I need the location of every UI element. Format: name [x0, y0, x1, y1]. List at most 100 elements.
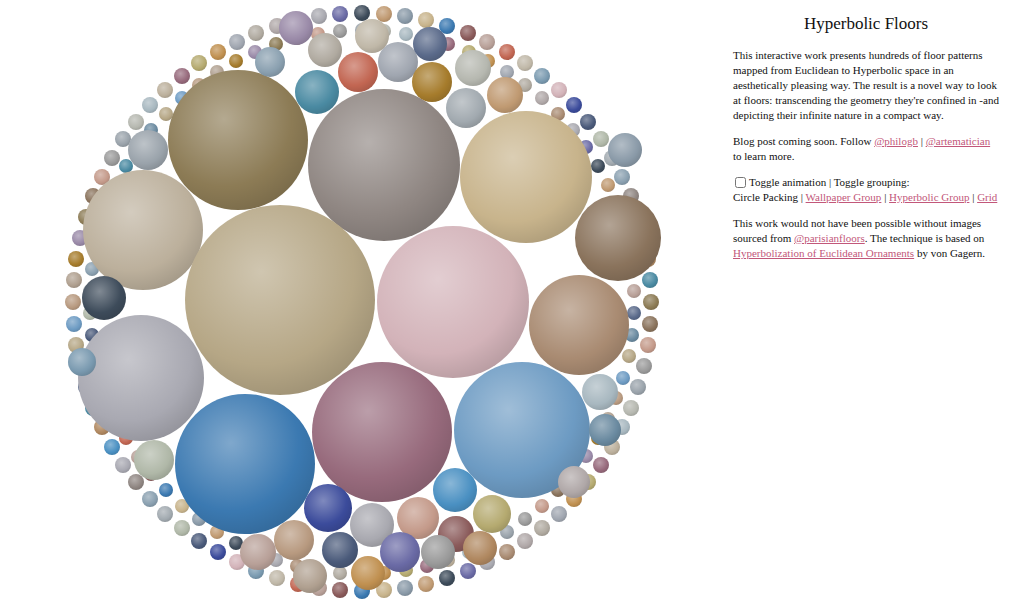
- floor-circle[interactable]: [418, 12, 434, 28]
- floor-circle[interactable]: [174, 520, 190, 536]
- floor-circle[interactable]: [460, 563, 476, 579]
- animation-checkbox[interactable]: [735, 177, 746, 188]
- floor-circle[interactable]: [582, 374, 618, 410]
- floor-circle[interactable]: [157, 506, 173, 522]
- floor-circle[interactable]: [159, 483, 173, 497]
- floor-circle[interactable]: [421, 535, 455, 569]
- floor-circle[interactable]: [66, 272, 82, 288]
- floor-circle[interactable]: [191, 55, 207, 71]
- floor-circle[interactable]: [643, 294, 659, 310]
- floor-circle[interactable]: [499, 44, 515, 60]
- floor-circle[interactable]: [575, 195, 661, 281]
- floor-circle[interactable]: [78, 315, 204, 441]
- social-link[interactable]: @artematician: [926, 135, 991, 147]
- floor-circle[interactable]: [68, 348, 96, 376]
- floor-circle[interactable]: [380, 532, 420, 572]
- floor-circle[interactable]: [142, 97, 158, 113]
- floor-circle[interactable]: [534, 520, 550, 536]
- floor-circle[interactable]: [295, 70, 339, 114]
- floor-circle[interactable]: [248, 25, 264, 41]
- floor-circle[interactable]: [460, 25, 476, 41]
- floor-circle[interactable]: [622, 349, 636, 363]
- floor-circle[interactable]: [566, 97, 582, 113]
- floor-circle[interactable]: [591, 159, 605, 173]
- floor-circle[interactable]: [518, 512, 532, 526]
- floor-circle[interactable]: [229, 54, 243, 68]
- floor-circle[interactable]: [589, 414, 621, 446]
- floor-circle[interactable]: [535, 91, 549, 105]
- floor-circle[interactable]: [616, 371, 630, 385]
- floor-circle[interactable]: [104, 439, 120, 455]
- floor-circle[interactable]: [455, 50, 491, 86]
- floor-circle[interactable]: [601, 178, 615, 192]
- floor-circle[interactable]: [332, 6, 348, 22]
- floor-circle[interactable]: [338, 52, 378, 92]
- floor-circle[interactable]: [185, 205, 375, 395]
- floor-circle[interactable]: [487, 77, 523, 113]
- floor-circle[interactable]: [399, 27, 413, 41]
- floor-circle[interactable]: [308, 89, 460, 241]
- floor-circle[interactable]: [83, 170, 203, 290]
- floor-circle[interactable]: [580, 114, 596, 130]
- floor-circle[interactable]: [460, 111, 592, 243]
- floor-circle[interactable]: [551, 82, 567, 98]
- floor-circle[interactable]: [191, 533, 207, 549]
- floor-circle[interactable]: [463, 531, 497, 565]
- floor-circle[interactable]: [397, 8, 413, 24]
- floor-circle[interactable]: [68, 251, 84, 267]
- floor-circle[interactable]: [255, 47, 285, 77]
- floor-circle[interactable]: [593, 131, 609, 147]
- floor-circle[interactable]: [412, 62, 452, 102]
- paper-link[interactable]: Hyperbolization of Euclidean Ornaments: [733, 247, 914, 259]
- floor-circle[interactable]: [134, 440, 174, 480]
- floor-circle[interactable]: [174, 68, 190, 84]
- floor-circle[interactable]: [269, 570, 285, 586]
- floor-circle[interactable]: [473, 495, 511, 533]
- floor-circle[interactable]: [332, 582, 348, 598]
- floor-circle[interactable]: [311, 8, 327, 24]
- floor-circle[interactable]: [614, 169, 630, 185]
- floor-circle[interactable]: [229, 34, 245, 50]
- grouping-option[interactable]: Wallpaper Group: [806, 191, 882, 203]
- floor-circle[interactable]: [333, 566, 347, 580]
- floor-circle[interactable]: [322, 532, 358, 568]
- floor-circle[interactable]: [535, 499, 549, 513]
- floor-circle[interactable]: [142, 491, 158, 507]
- floor-circle[interactable]: [529, 275, 629, 375]
- floor-circle[interactable]: [499, 544, 515, 560]
- social-link[interactable]: @philogb: [874, 135, 918, 147]
- floor-circle[interactable]: [627, 306, 641, 320]
- floor-circle[interactable]: [397, 580, 413, 596]
- floor-circle[interactable]: [517, 533, 533, 549]
- floor-circle[interactable]: [558, 466, 590, 498]
- floor-circle[interactable]: [128, 474, 144, 490]
- floor-circle[interactable]: [608, 133, 642, 167]
- floor-circle[interactable]: [115, 457, 131, 473]
- floor-circle[interactable]: [128, 114, 144, 130]
- floor-circle[interactable]: [377, 226, 529, 378]
- floor-circle[interactable]: [479, 34, 495, 50]
- floor-circle[interactable]: [551, 506, 567, 522]
- grouping-option[interactable]: Hyperbolic Group: [889, 191, 969, 203]
- floor-circle[interactable]: [293, 559, 327, 593]
- floor-circle[interactable]: [210, 44, 226, 60]
- source-link[interactable]: @parisianfloors: [794, 232, 865, 244]
- floor-circle[interactable]: [446, 88, 486, 128]
- floor-circle[interactable]: [308, 33, 342, 67]
- floor-circle[interactable]: [355, 19, 389, 53]
- floor-circle[interactable]: [640, 337, 656, 353]
- floor-circle[interactable]: [65, 294, 81, 310]
- floor-circle[interactable]: [630, 379, 646, 395]
- floor-circle[interactable]: [104, 150, 120, 166]
- floor-circle[interactable]: [351, 556, 385, 590]
- floor-circle[interactable]: [593, 457, 609, 473]
- floor-circle[interactable]: [642, 272, 658, 288]
- floor-circle[interactable]: [627, 284, 641, 298]
- floor-circle[interactable]: [210, 544, 226, 560]
- floor-circle[interactable]: [66, 316, 82, 332]
- floor-circle[interactable]: [168, 70, 308, 210]
- floor-circle[interactable]: [312, 362, 452, 502]
- floor-circle[interactable]: [82, 276, 126, 320]
- floor-circle[interactable]: [279, 11, 313, 45]
- floor-circle[interactable]: [439, 570, 455, 586]
